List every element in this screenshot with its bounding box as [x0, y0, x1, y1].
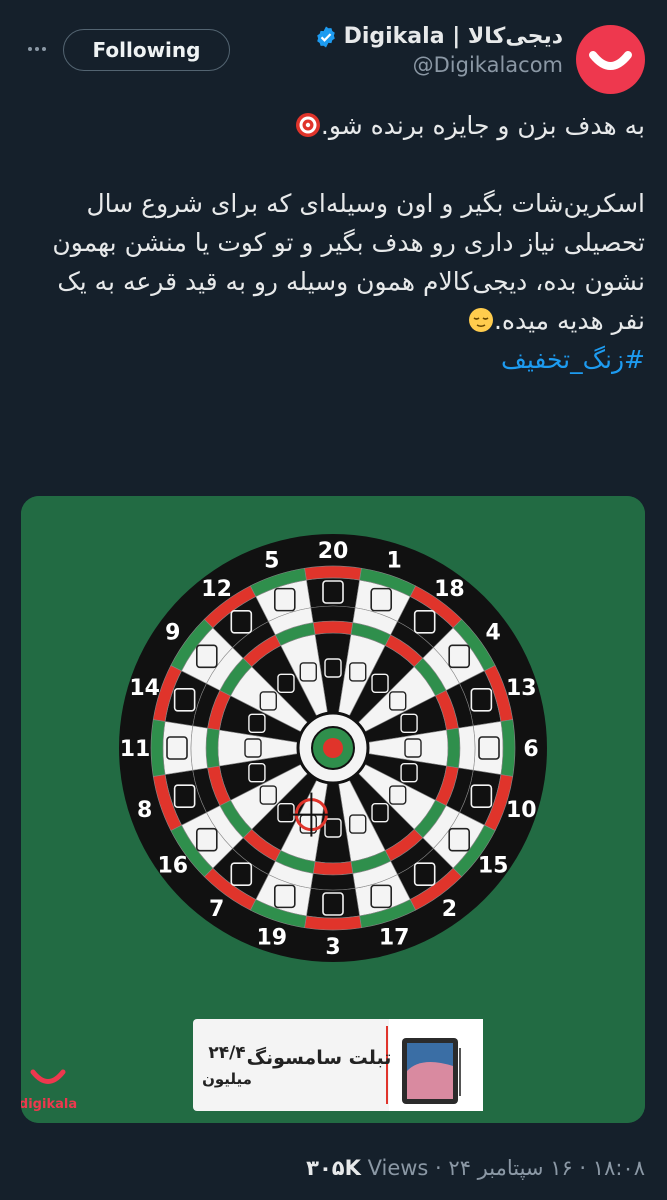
tweet-text: به هدف بزن و جایزه برنده شو. اسکرین‌شات …	[20, 106, 645, 379]
watermark-text: digikala	[21, 1097, 77, 1112]
board-number: 8	[137, 798, 152, 823]
board-number: 18	[434, 577, 465, 602]
following-button[interactable]: Following	[63, 29, 230, 71]
digikala-logo-icon	[589, 51, 632, 70]
board-number: 5	[264, 549, 279, 574]
prize-unit: میلیون	[202, 1070, 252, 1088]
bullseye	[323, 738, 343, 758]
prize-price: ۲۴/۴	[208, 1043, 245, 1063]
board-number: 15	[478, 853, 509, 878]
board-number: 11	[120, 737, 151, 762]
board-ring-segment	[205, 727, 220, 769]
author-name[interactable]: Digikala | دیجی‌کالا	[344, 24, 563, 49]
board-number: 19	[257, 925, 288, 950]
board-number: 9	[165, 621, 180, 646]
relieved-face-emoji-icon	[468, 308, 493, 332]
board-number: 16	[158, 853, 189, 878]
board-number: 20	[318, 539, 349, 564]
prize-card: تبلت سامسونگ ۲۴/۴ میلیون	[193, 1019, 483, 1111]
tweet-line-2: اسکرین‌شات بگیر و اون وسیله‌ای که برای ش…	[52, 189, 645, 335]
board-number: 14	[129, 676, 160, 701]
author-handle[interactable]: @Digikalacom	[314, 53, 563, 77]
board-segment	[458, 725, 476, 771]
board-ring-segment	[150, 719, 166, 777]
board-number: 17	[379, 925, 410, 950]
views-label: Views	[367, 1156, 429, 1180]
tweet-date[interactable]: ۱۶ سپتامبر ۲۴	[448, 1156, 572, 1180]
board-ring-segment	[500, 719, 516, 777]
verified-badge-icon	[316, 26, 335, 47]
board-number: 4	[486, 621, 501, 646]
board-ring-segment	[304, 915, 362, 931]
board-segment	[310, 605, 356, 623]
board-number: 10	[506, 798, 537, 823]
prize-title: تبلت سامسونگ	[247, 1046, 392, 1069]
board-number: 7	[209, 897, 224, 922]
board-number: 6	[523, 737, 538, 762]
more-options-icon[interactable]	[22, 34, 52, 64]
tweet-line-1: به هدف بزن و جایزه برنده شو.	[320, 111, 645, 140]
board-number: 2	[442, 897, 457, 922]
views-count: ۳۰۵K	[306, 1156, 361, 1180]
board-segment	[310, 873, 356, 891]
board-number: 13	[506, 676, 537, 701]
board-number: 3	[325, 935, 340, 960]
avatar[interactable]	[576, 25, 645, 94]
board-ring-segment	[304, 565, 362, 581]
board-segment	[190, 725, 208, 771]
dartboard-image: 20 1 18 4 13 6 10 15 2 17 3 19 7 16 8 11 14 9 12 5 تبلت سام…	[21, 496, 645, 1123]
target-emoji-icon	[295, 113, 320, 137]
tweet-metadata: ۱۸:۰۸ · ۱۶ سپتامبر ۲۴ · ۳۰۵K Views	[306, 1156, 645, 1180]
board-ring-segment	[312, 620, 354, 635]
tweet-image[interactable]: 20 1 18 4 13 6 10 15 2 17 3 19 7 16 8 11 14 9 12 5 تبلت سام…	[21, 496, 645, 1123]
board-number: 1	[387, 549, 402, 574]
dartboard	[119, 534, 547, 962]
board-ring-segment	[446, 727, 461, 769]
board-ring-segment	[312, 861, 354, 876]
board-number: 12	[201, 577, 232, 602]
tweet-time[interactable]: ۱۸:۰۸	[593, 1156, 645, 1180]
hashtag-link[interactable]: #زنگ_تخفیف	[501, 345, 645, 374]
author-block[interactable]: Digikala | دیجی‌کالا @Digikalacom	[314, 24, 563, 77]
